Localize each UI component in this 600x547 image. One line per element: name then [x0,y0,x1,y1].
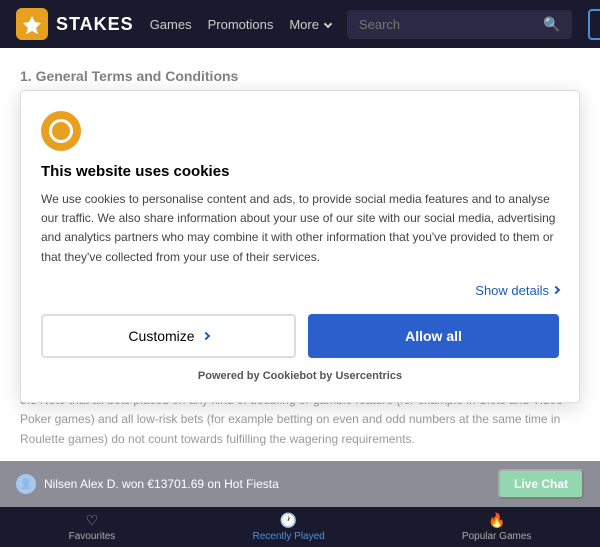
cookie-logo-inner [49,119,73,143]
cookie-title: This website uses cookies [41,163,559,180]
search-icon: 🔍 [543,16,560,33]
cookiebot-attribution: Powered by Cookiebot by Usercentrics [41,370,559,382]
nav-more[interactable]: More [289,17,331,32]
logo-area[interactable]: STAKES [16,8,134,40]
bottom-nav: ♡ Favourites 🕐 Recently Played 🔥 Popular… [0,507,600,547]
cookie-overlay: This website uses cookies We use cookies… [0,60,600,547]
customize-button[interactable]: Customize [41,314,296,358]
chevron-right-icon [552,286,560,294]
main-nav: Games Promotions More [150,17,331,32]
bottom-nav-favourites[interactable]: ♡ Favourites [69,512,116,542]
create-account-button[interactable]: Create account [588,9,600,40]
search-bar[interactable]: 🔍 [347,10,572,39]
chevron-down-icon [324,20,332,28]
logo-text: STAKES [56,14,134,35]
cookie-body: We use cookies to personalise content an… [41,190,559,267]
cookie-logo [41,111,81,151]
customize-chevron-icon [201,332,209,340]
bottom-nav-recently-played[interactable]: 🕐 Recently Played [252,512,324,542]
allow-all-button[interactable]: Allow all [308,314,559,358]
nav-games[interactable]: Games [150,17,192,32]
stakes-logo-icon [16,8,48,40]
cookie-buttons: Customize Allow all [41,314,559,358]
show-details-link[interactable]: Show details [41,283,559,298]
heart-icon: ♡ [86,512,99,529]
clock-icon: 🕐 [280,512,297,529]
cookie-dialog: This website uses cookies We use cookies… [20,90,580,403]
bottom-nav-popular-games[interactable]: 🔥 Popular Games [462,512,531,542]
fire-icon: 🔥 [488,512,505,529]
nav-promotions[interactable]: Promotions [208,17,274,32]
search-input[interactable] [359,17,535,32]
header: STAKES Games Promotions More 🔍 Create ac… [0,0,600,48]
